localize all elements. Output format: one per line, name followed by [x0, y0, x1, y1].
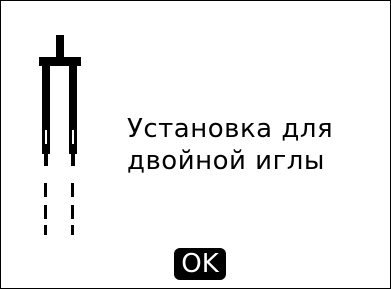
ok-button[interactable]: OK	[174, 248, 226, 280]
twin-needle-icon	[39, 35, 81, 235]
machine-display-screen: Установка для двойной иглы OK	[0, 0, 391, 289]
message-line-2: двойной иглы	[127, 146, 325, 176]
message-line-1: Установка для	[127, 114, 334, 144]
dialog-message: Установка для двойной иглы	[127, 113, 377, 177]
